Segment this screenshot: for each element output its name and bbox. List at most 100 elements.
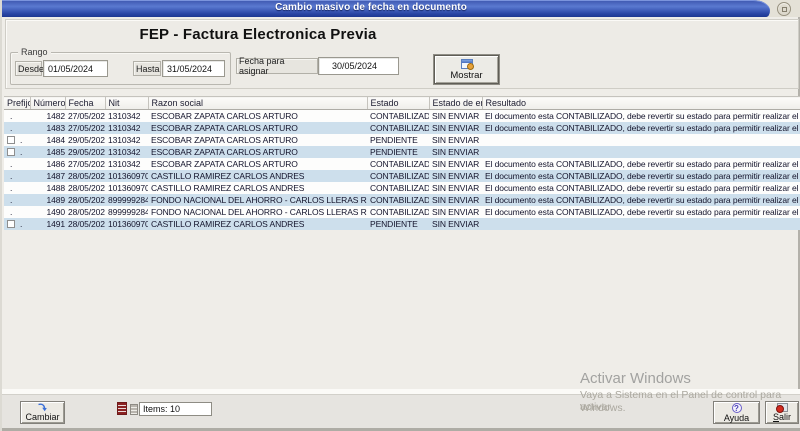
cell-prefijo: .	[4, 194, 30, 206]
curved-arrow-icon	[37, 403, 48, 412]
cell-envio: SIN ENVIAR	[429, 194, 482, 206]
cell-envio: SIN ENVIAR	[429, 206, 482, 218]
titlebar: Cambio masivo de fecha en documento	[2, 0, 770, 17]
list-red-icon[interactable]	[117, 402, 127, 415]
prefijo-value: .	[7, 171, 12, 181]
column-header[interactable]: Estado de envio	[429, 97, 482, 110]
cell-envio: SIN ENVIAR	[429, 134, 482, 146]
column-header[interactable]: Estado	[367, 97, 429, 110]
cell-envio: SIN ENVIAR	[429, 110, 482, 122]
table-row[interactable]: .148529/05/20241310342ESCOBAR ZAPATA CAR…	[4, 146, 800, 158]
column-header[interactable]: Nit	[105, 97, 148, 110]
cell-nit: 1310342	[105, 146, 148, 158]
table-row[interactable]: .149128/05/20241013609700CASTILLO RAMIRE…	[4, 218, 800, 230]
row-checkbox[interactable]	[7, 220, 15, 228]
cell-estado: CONTABILIZADO	[367, 182, 429, 194]
cell-fecha: 28/05/2024	[65, 206, 105, 218]
cell-estado: CONTABILIZADO	[367, 194, 429, 206]
table-row[interactable]: .148828/05/20241013609700CASTILLO RAMIRE…	[4, 182, 800, 194]
cell-prefijo: .	[4, 218, 30, 230]
cambiar-label: Cambiar	[25, 412, 59, 422]
cell-prefijo: .	[4, 122, 30, 134]
cell-prefijo: .	[4, 206, 30, 218]
items-count-field[interactable]: Items: 10	[139, 402, 212, 416]
cell-numero: 1485	[30, 146, 65, 158]
column-header[interactable]: Resultado	[482, 97, 800, 110]
cell-razon: ESCOBAR ZAPATA CARLOS ARTURO	[148, 158, 367, 170]
table-row[interactable]: .148627/05/20241310342ESCOBAR ZAPATA CAR…	[4, 158, 800, 170]
salir-button[interactable]: Salir	[765, 401, 799, 424]
cell-numero: 1484	[30, 134, 65, 146]
window-icon	[461, 59, 473, 69]
prefijo-value: .	[17, 219, 22, 229]
cell-nit: 1310342	[105, 134, 148, 146]
hasta-label: Hasta	[133, 61, 161, 76]
exit-icon	[777, 403, 788, 412]
cell-estado: PENDIENTE	[367, 218, 429, 230]
cell-estado: CONTABILIZADO	[367, 206, 429, 218]
cell-prefijo: .	[4, 146, 30, 158]
mostrar-button[interactable]: Mostrar	[434, 55, 499, 84]
table-row[interactable]: .148327/05/20241310342ESCOBAR ZAPATA CAR…	[4, 122, 800, 134]
cell-razon: ESCOBAR ZAPATA CARLOS ARTURO	[148, 134, 367, 146]
table-header-row: PrefijoNúmeroFechaNitRazon socialEstadoE…	[4, 97, 800, 110]
cell-fecha: 29/05/2024	[65, 146, 105, 158]
cell-razon: FONDO NACIONAL DEL AHORRO - CARLOS LLERA…	[148, 194, 367, 206]
row-checkbox[interactable]	[7, 136, 15, 144]
ayuda-label: Ayuda	[724, 413, 749, 423]
cell-prefijo: .	[4, 182, 30, 194]
help-icon: ?	[732, 403, 742, 413]
prefijo-value: .	[7, 195, 12, 205]
cell-estado: PENDIENTE	[367, 134, 429, 146]
cell-numero: 1490	[30, 206, 65, 218]
table-row[interactable]: .148728/05/20241013609700CASTILLO RAMIRE…	[4, 170, 800, 182]
cell-fecha: 28/05/2024	[65, 218, 105, 230]
cell-prefijo: .	[4, 170, 30, 182]
cell-razon: CASTILLO RAMIREZ CARLOS ANDRES	[148, 182, 367, 194]
cell-fecha: 28/05/2024	[65, 182, 105, 194]
hasta-input[interactable]: 31/05/2024	[162, 60, 225, 77]
cell-nit: 899999284	[105, 206, 148, 218]
table-row[interactable]: .148227/05/20241310342ESCOBAR ZAPATA CAR…	[4, 110, 800, 122]
cell-estado: CONTABILIZADO	[367, 122, 429, 134]
cell-envio: SIN ENVIAR	[429, 218, 482, 230]
activation-watermark-title: Activar Windows	[580, 370, 691, 387]
prefijo-value: .	[7, 123, 12, 133]
cell-nit: 1013609700	[105, 170, 148, 182]
cell-estado: CONTABILIZADO	[367, 170, 429, 182]
cell-numero: 1488	[30, 182, 65, 194]
cell-resultado: El documento esta CONTABILIZADO, debe re…	[482, 182, 800, 194]
cell-estado: CONTABILIZADO	[367, 158, 429, 170]
cell-envio: SIN ENVIAR	[429, 122, 482, 134]
cell-numero: 1483	[30, 122, 65, 134]
prefijo-value: .	[7, 159, 12, 169]
fecha-asignar-input[interactable]: 30/05/2024	[318, 57, 399, 75]
desde-label: Desde	[15, 61, 42, 76]
list-gray-icon[interactable]	[130, 404, 138, 415]
cell-resultado: El documento esta CONTABILIZADO, debe re…	[482, 206, 800, 218]
column-header[interactable]: Razon social	[148, 97, 367, 110]
cell-fecha: 27/05/2024	[65, 122, 105, 134]
cambiar-button[interactable]: Cambiar	[20, 401, 65, 424]
table-row[interactable]: .148928/05/2024899999284FONDO NACIONAL D…	[4, 194, 800, 206]
column-header[interactable]: Fecha	[65, 97, 105, 110]
table-row[interactable]: .148429/05/20241310342ESCOBAR ZAPATA CAR…	[4, 134, 800, 146]
table-row[interactable]: . 149028/05/2024899999284FONDO NACIONAL D…	[4, 206, 800, 218]
column-header[interactable]: Número	[30, 97, 65, 110]
cell-prefijo: .	[4, 134, 30, 146]
prefijo-value: .	[7, 207, 12, 217]
restore-button[interactable]	[777, 2, 791, 16]
row-checkbox[interactable]	[7, 148, 15, 156]
desde-input[interactable]: 01/05/2024	[43, 60, 108, 77]
cell-nit: 899999284	[105, 194, 148, 206]
cell-envio: SIN ENVIAR	[429, 182, 482, 194]
cell-numero: 1486	[30, 158, 65, 170]
cell-razon: FONDO NACIONAL DEL AHORRO - CARLOS LLERA…	[148, 206, 367, 218]
ayuda-button[interactable]: ? Ayuda	[713, 401, 760, 424]
cell-razon: CASTILLO RAMIREZ CARLOS ANDRES	[148, 218, 367, 230]
cell-prefijo: .	[4, 110, 30, 122]
column-header[interactable]: Prefijo	[4, 97, 30, 110]
fecha-asignar-label: Fecha para asignar	[236, 58, 318, 74]
cell-resultado: El documento esta CONTABILIZADO, debe re…	[482, 122, 800, 134]
cell-nit: 1013609700	[105, 182, 148, 194]
